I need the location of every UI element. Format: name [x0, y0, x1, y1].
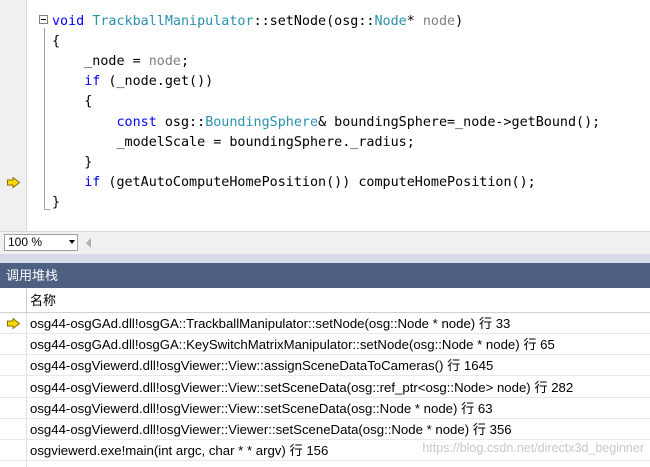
code-line[interactable]: { — [52, 32, 60, 52]
code-line[interactable]: if (getAutoComputeHomePosition()) comput… — [52, 173, 536, 193]
zoom-value: 100 % — [8, 235, 43, 249]
code-line[interactable]: _modelScale = boundingSphere._radius; — [52, 133, 415, 153]
code-token: const — [116, 114, 157, 130]
code-token: { — [52, 94, 93, 110]
call-stack-row[interactable]: osg44-osgViewerd.dll!osgViewer::View::se… — [0, 398, 650, 419]
call-stack-row[interactable]: osg44-osgGAd.dll!osgGA::KeySwitchMatrixM… — [0, 334, 650, 356]
code-token: node — [148, 54, 181, 70]
code-token: void — [52, 14, 93, 29]
zoom-combobox[interactable]: 100 % — [4, 234, 78, 251]
code-token: Node — [374, 14, 407, 29]
chevron-down-icon[interactable] — [69, 240, 75, 244]
code-token: TrackballManipulator — [92, 14, 254, 29]
scroll-left-icon[interactable] — [86, 238, 91, 248]
call-stack-title: 调用堆栈 — [0, 263, 650, 288]
outline-fold-end — [44, 209, 50, 210]
code-token: ; — [181, 54, 190, 70]
call-stack-row[interactable]: osg44-osgGAd.dll!osgGA::TrackballManipul… — [0, 313, 650, 334]
code-token: (_node.get()) — [100, 74, 214, 90]
call-stack-frame-text: osg44-osgViewerd.dll!osgViewer::View::se… — [30, 379, 574, 395]
call-stack-frame-text: osg44-osgViewerd.dll!osgViewer::Viewer::… — [30, 422, 512, 437]
code-token: (getAutoComputeHomePosition()) computeHo… — [100, 174, 536, 190]
panel-splitter[interactable] — [0, 254, 650, 263]
code-token: ) — [455, 14, 464, 29]
editor-bottom-bar: 100 % — [0, 231, 650, 254]
call-stack-frame-text: osg44-osgViewerd.dll!osgViewer::View::as… — [30, 358, 494, 374]
code-line[interactable]: } — [52, 153, 92, 173]
code-line[interactable]: const osg::BoundingSphere& boundingSpher… — [52, 113, 601, 133]
call-stack-row[interactable]: osg44-osgViewerd.dll!osgViewer::View::se… — [0, 377, 650, 398]
call-stack-frame-text: osgviewerd.exe!main(int argc, char * * a… — [30, 443, 329, 459]
code-token: ::setNode(osg:: — [253, 14, 375, 29]
code-line[interactable]: _node = node; — [52, 52, 189, 72]
code-line[interactable]: { — [52, 92, 92, 112]
code-token: BoundingSphere — [205, 114, 319, 130]
code-token: } — [52, 154, 93, 170]
code-token: osg:: — [156, 114, 206, 130]
current-statement-arrow-icon — [7, 176, 20, 188]
column-header-name[interactable]: 名称 — [30, 288, 56, 313]
code-token: _modelScale = boundingSphere._radius; — [52, 134, 415, 150]
code-token: if — [84, 74, 101, 90]
editor-indicator-margin[interactable] — [0, 0, 27, 231]
code-token: { — [52, 34, 61, 50]
code-token: _node = — [52, 54, 149, 70]
code-line[interactable]: void TrackballManipulator::setNode(osg::… — [52, 12, 463, 32]
current-frame-arrow-icon — [7, 318, 20, 329]
call-stack-frame-text: osg44-osgGAd.dll!osgGA::TrackballManipul… — [30, 316, 511, 331]
code-token: } — [52, 194, 61, 210]
code-token: * — [406, 14, 423, 29]
code-line[interactable]: } — [52, 193, 60, 213]
code-token: & boundingSphere=_node->getBound(); — [318, 114, 601, 130]
call-stack-frame-text: osg44-osgViewerd.dll!osgViewer::View::se… — [30, 400, 493, 416]
code-editor[interactable]: void TrackballManipulator::setNode(osg::… — [0, 0, 650, 231]
call-stack-header: 名称 — [0, 288, 650, 313]
header-indicator-column — [0, 288, 27, 312]
call-stack-row[interactable]: osg44-osgViewerd.dll!osgViewer::View::as… — [0, 355, 650, 377]
outline-fold-line — [44, 28, 45, 210]
collapse-toggle-icon[interactable] — [39, 15, 48, 24]
code-token: node — [422, 14, 456, 29]
code-line[interactable]: if (_node.get()) — [52, 72, 213, 92]
call-stack-row[interactable]: osg44-osgViewerd.dll!osgViewer::Viewer::… — [0, 419, 650, 440]
code-token: if — [84, 174, 101, 190]
call-stack-frame-text: osg44-osgGAd.dll!osgGA::KeySwitchMatrixM… — [30, 337, 555, 353]
watermark: https://blog.csdn.net/directx3d_beginner — [422, 441, 644, 455]
